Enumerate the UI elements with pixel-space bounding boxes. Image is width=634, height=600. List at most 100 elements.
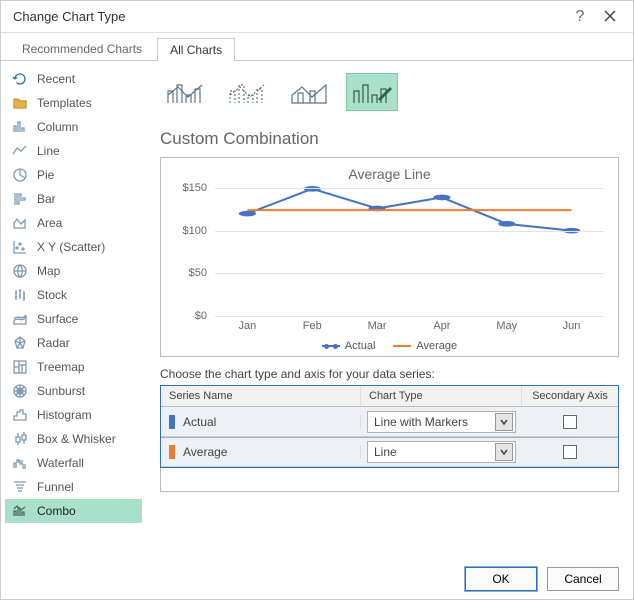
sidebar-item-pie[interactable]: Pie <box>5 163 142 187</box>
chevron-down-icon <box>500 418 508 426</box>
templates-icon <box>11 94 29 112</box>
sidebar-item-stock[interactable]: Stock <box>5 283 142 307</box>
sidebar-item-combo[interactable]: Combo <box>5 499 142 523</box>
secondary-axis-checkbox-average[interactable] <box>563 445 577 459</box>
tab-recommended[interactable]: Recommended Charts <box>9 37 155 60</box>
area-icon <box>11 214 29 232</box>
change-chart-type-dialog: Change Chart Type ? Recommended Charts A… <box>0 0 634 600</box>
y-axis: $0$50$100$150 <box>171 188 211 316</box>
sidebar-label: Line <box>37 144 60 158</box>
section-title: Custom Combination <box>160 129 619 149</box>
ok-button[interactable]: OK <box>465 567 537 591</box>
treemap-icon <box>11 358 29 376</box>
sidebar-item-funnel[interactable]: Funnel <box>5 475 142 499</box>
series-table-empty <box>160 468 619 492</box>
close-button[interactable] <box>595 9 625 25</box>
histogram-icon <box>11 406 29 424</box>
sidebar-item-histogram[interactable]: Histogram <box>5 403 142 427</box>
series-swatch-icon <box>169 415 175 429</box>
chart-type-select-average[interactable]: Line <box>367 441 516 463</box>
sidebar-label: Area <box>37 216 62 230</box>
subtype-custom-combination[interactable] <box>346 73 398 111</box>
sidebar-label: Waterfall <box>37 456 84 470</box>
sidebar-item-sunburst[interactable]: Sunburst <box>5 379 142 403</box>
column-icon <box>11 118 29 136</box>
sidebar-item-surface[interactable]: Surface <box>5 307 142 331</box>
series-name: Average <box>183 445 227 459</box>
sidebar-label: Combo <box>37 504 76 518</box>
chart-title: Average Line <box>171 166 608 182</box>
sidebar-label: Bar <box>37 192 56 206</box>
map-icon <box>11 262 29 280</box>
sidebar-label: X Y (Scatter) <box>37 240 105 254</box>
series-row-average[interactable]: Average Line <box>161 437 618 467</box>
recent-icon <box>11 70 29 88</box>
chart-area: $0$50$100$150 JanFebMarAprMayJun <box>171 188 608 338</box>
sidebar-label: Sunburst <box>37 384 85 398</box>
dropdown-button[interactable] <box>495 443 513 461</box>
sidebar-item-recent[interactable]: Recent <box>5 67 142 91</box>
radar-icon <box>11 334 29 352</box>
sidebar-label: Recent <box>37 72 75 86</box>
subtype-clustered-column-line[interactable] <box>160 73 212 111</box>
scatter-icon <box>11 238 29 256</box>
combo-icon <box>11 502 29 520</box>
dropdown-button[interactable] <box>495 413 513 431</box>
series-table-header: Series Name Chart Type Secondary Axis <box>161 386 618 407</box>
sidebar-item-radar[interactable]: Radar <box>5 331 142 355</box>
dialog-title: Change Chart Type <box>13 9 565 24</box>
dialog-body: Recent Templates Column Line Pie Bar Are… <box>1 61 633 559</box>
sidebar-item-area[interactable]: Area <box>5 211 142 235</box>
sidebar-label: Pie <box>37 168 54 182</box>
surface-icon <box>11 310 29 328</box>
legend-swatch-icon <box>322 345 340 347</box>
combo-subtype-row <box>160 69 619 127</box>
legend-item-average: Average <box>393 340 457 352</box>
sidebar-item-map[interactable]: Map <box>5 259 142 283</box>
boxwhisker-icon <box>11 430 29 448</box>
sidebar-item-treemap[interactable]: Treemap <box>5 355 142 379</box>
sidebar-label: Radar <box>37 336 70 350</box>
sidebar-label: Surface <box>37 312 78 326</box>
tab-bar: Recommended Charts All Charts <box>1 33 633 61</box>
series-name: Actual <box>183 415 216 429</box>
funnel-icon <box>11 478 29 496</box>
subtype-stacked-area-column[interactable] <box>284 73 336 111</box>
sidebar-label: Histogram <box>37 408 92 422</box>
series-swatch-icon <box>169 445 175 459</box>
chart-legend: Actual Average <box>171 338 608 352</box>
sidebar-item-line[interactable]: Line <box>5 139 142 163</box>
sidebar-item-templates[interactable]: Templates <box>5 91 142 115</box>
sidebar-item-waterfall[interactable]: Waterfall <box>5 451 142 475</box>
legend-swatch-icon <box>393 345 411 347</box>
sidebar-item-bar[interactable]: Bar <box>5 187 142 211</box>
subtype-clustered-column-line-secondary[interactable] <box>222 73 274 111</box>
sidebar-label: Map <box>37 264 60 278</box>
waterfall-icon <box>11 454 29 472</box>
cancel-button[interactable]: Cancel <box>547 567 619 591</box>
chart-svg <box>215 188 604 316</box>
sidebar-label: Treemap <box>37 360 85 374</box>
series-panel-label: Choose the chart type and axis for your … <box>160 367 619 381</box>
chart-type-select-actual[interactable]: Line with Markers <box>367 411 516 433</box>
bar-icon <box>11 190 29 208</box>
plot-area <box>215 188 604 316</box>
sidebar-item-column[interactable]: Column <box>5 115 142 139</box>
secondary-axis-checkbox-actual[interactable] <box>563 415 577 429</box>
chart-preview: Average Line $0$50$100$150 JanFebMarAprM… <box>160 157 619 357</box>
help-button[interactable]: ? <box>565 8 595 26</box>
sidebar-label: Box & Whisker <box>37 432 116 446</box>
legend-item-actual: Actual <box>322 340 376 352</box>
series-table: Series Name Chart Type Secondary Axis Ac… <box>160 385 619 468</box>
sidebar-item-scatter[interactable]: X Y (Scatter) <box>5 235 142 259</box>
tab-all-charts[interactable]: All Charts <box>157 38 235 61</box>
pie-icon <box>11 166 29 184</box>
line-icon <box>11 142 29 160</box>
sidebar-label: Funnel <box>37 480 74 494</box>
header-secondary-axis: Secondary Axis <box>522 386 618 406</box>
sidebar-item-boxwhisker[interactable]: Box & Whisker <box>5 427 142 451</box>
stock-icon <box>11 286 29 304</box>
titlebar: Change Chart Type ? <box>1 1 633 33</box>
chevron-down-icon <box>500 448 508 456</box>
series-row-actual[interactable]: Actual Line with Markers <box>161 407 618 437</box>
